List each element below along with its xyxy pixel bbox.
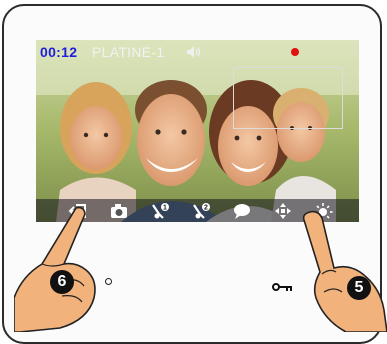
unlock-2-button[interactable]: 2 — [189, 200, 213, 221]
camera-pan-button[interactable] — [271, 200, 295, 221]
pointing-hand-left — [14, 206, 96, 332]
key-1-superscript: 1 — [163, 204, 167, 211]
door-key-icon[interactable] — [272, 282, 294, 292]
callout-badge-6: 6 — [50, 270, 74, 294]
call-timer: 00:12 — [40, 44, 78, 60]
unlock-1-button[interactable]: 1 — [148, 200, 172, 221]
intercom-chat-button[interactable] — [230, 200, 254, 221]
station-name: PLATINE-1 — [92, 44, 165, 60]
speaker-muted-icon[interactable] — [186, 45, 202, 59]
chat-bubble-icon — [234, 203, 250, 219]
direction-pad-icon — [275, 202, 291, 219]
video-screen: 00:12 PLATINE-1 1 2 — [36, 40, 359, 222]
callout-badge-5: 5 — [347, 276, 371, 300]
key-2-icon: 2 — [193, 202, 210, 219]
key-1-icon: 1 — [152, 202, 169, 219]
zoom-focus-frame[interactable] — [233, 67, 343, 129]
record-dot-icon — [291, 48, 299, 56]
key-2-superscript: 2 — [204, 204, 208, 211]
pointing-hand-right — [302, 210, 387, 332]
